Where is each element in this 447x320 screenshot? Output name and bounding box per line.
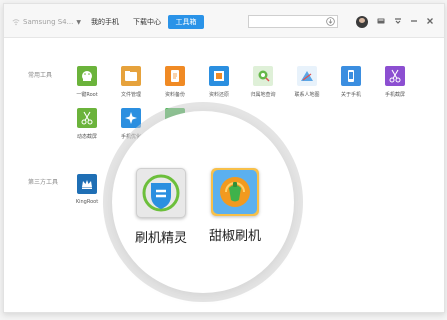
close-icon[interactable] — [425, 16, 435, 26]
tool-label: 联系人地图 — [294, 92, 320, 98]
tool-label: 手机截屏 — [384, 92, 405, 98]
tianjiao-shuaji-icon — [211, 168, 259, 216]
location-icon — [253, 66, 273, 86]
tab-toolbox[interactable]: 工具箱 — [168, 15, 204, 29]
menu-icon[interactable] — [376, 16, 386, 26]
minimize-icon[interactable] — [409, 16, 419, 26]
avatar[interactable] — [356, 16, 368, 28]
tab-label: 我的手机 — [91, 18, 119, 26]
optimize-icon — [121, 108, 141, 128]
tool-one-key-root[interactable]: 一键Root — [67, 66, 107, 98]
tool-contacts-map[interactable]: 联系人地图 — [287, 66, 327, 98]
tab-label: 下载中心 — [133, 18, 161, 26]
contacts-map-icon — [297, 66, 317, 86]
chevron-down-icon: ▼ — [76, 18, 81, 26]
tool-dynamic-screenshot[interactable]: 动态截屏 — [67, 108, 107, 140]
tool-label: 文件管理 — [120, 92, 141, 98]
tool-label: KingRoot — [75, 199, 99, 205]
kingroot-icon — [77, 174, 97, 194]
tool-label: 关于手机 — [340, 92, 361, 98]
folder-icon — [121, 66, 141, 86]
search-input[interactable] — [248, 15, 338, 28]
tool-phone-screenshot[interactable]: 手机截屏 — [375, 66, 415, 98]
dropdown-icon[interactable] — [393, 16, 403, 26]
phone-icon — [341, 66, 361, 86]
backup-icon — [165, 66, 185, 86]
title-bar: Samsung S4... ▼ 我的手机 下载中心 工具箱 — [4, 4, 444, 38]
device-name: Samsung S4... — [23, 18, 74, 26]
tool-label: 资料还原 — [208, 92, 229, 98]
tool-data-backup[interactable]: 资料备份 — [155, 66, 195, 98]
restore-icon — [209, 66, 229, 86]
tool-shuaji-jingling[interactable]: 刷机精灵 — [126, 168, 196, 246]
wifi-icon — [12, 19, 20, 26]
shuaji-jingling-icon — [136, 168, 186, 218]
section-label-third-party: 第三方工具 — [28, 179, 59, 186]
section-label-common: 常用工具 — [28, 72, 53, 79]
tool-data-restore[interactable]: 资料还原 — [199, 66, 239, 98]
tool-label: 资料备份 — [164, 92, 185, 98]
tool-tianjiao-shuaji[interactable]: 甜椒刷机 — [200, 168, 270, 244]
scissors-icon — [385, 66, 405, 86]
tool-label: 动态截屏 — [76, 134, 97, 140]
tool-label: 甜椒刷机 — [208, 229, 261, 244]
tool-file-manager[interactable]: 文件管理 — [111, 66, 151, 98]
scissors-icon — [77, 108, 97, 128]
magnifier-lens: 刷机精灵 甜椒刷机 — [112, 111, 294, 293]
tool-location-query[interactable]: 归属地查询 — [243, 66, 283, 98]
download-icon[interactable] — [326, 17, 335, 26]
tool-label: 一键Root — [76, 92, 98, 98]
android-root-icon — [77, 66, 97, 86]
tool-label: 归属地查询 — [250, 92, 276, 98]
tab-my-phone[interactable]: 我的手机 — [86, 15, 124, 29]
tab-download-center[interactable]: 下载中心 — [128, 15, 166, 29]
tool-about-phone[interactable]: 关于手机 — [331, 66, 371, 98]
tool-kingroot[interactable]: KingRoot — [67, 174, 107, 205]
tool-label: 刷机精灵 — [134, 231, 187, 246]
tab-label: 工具箱 — [175, 18, 197, 26]
app-window: Samsung S4... ▼ 我的手机 下载中心 工具箱 常用工具 第三方工具… — [3, 3, 445, 313]
device-selector[interactable]: Samsung S4... ▼ — [12, 16, 81, 28]
